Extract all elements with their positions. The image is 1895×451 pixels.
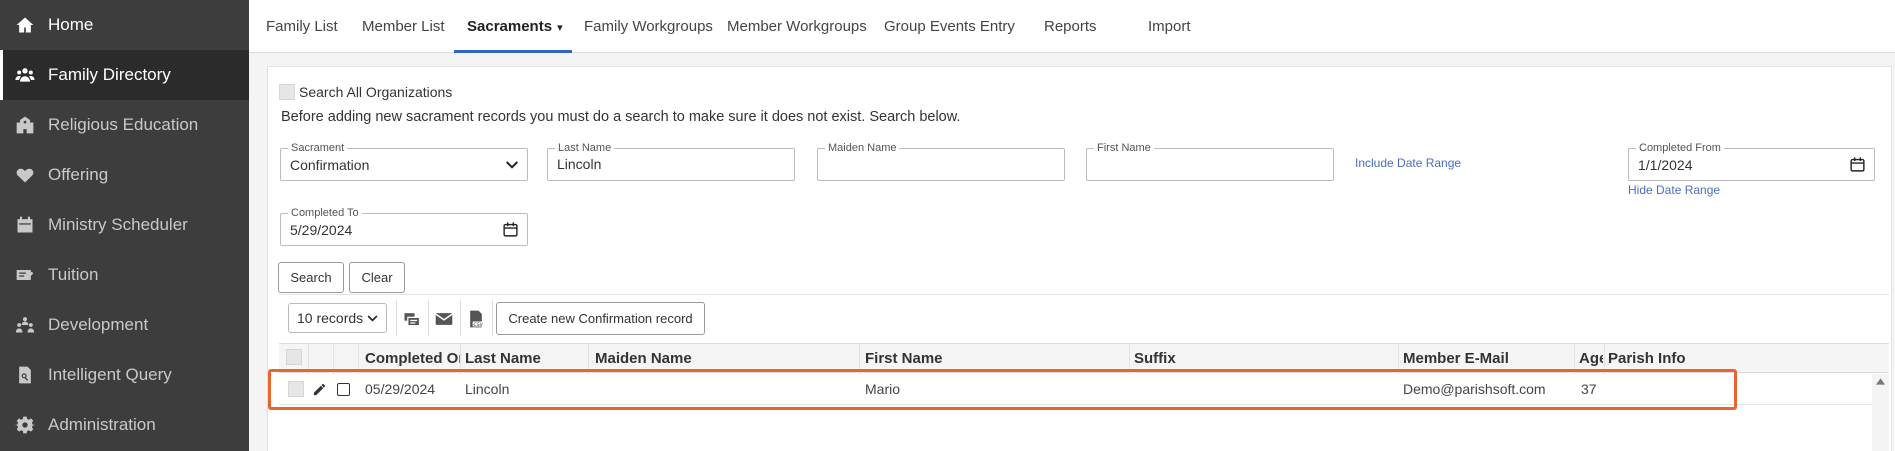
column-header-last-name[interactable]: Last Name [465, 350, 587, 367]
last-name-field[interactable]: Last Name [547, 141, 795, 181]
records-per-page-select[interactable]: 10 records [288, 303, 387, 333]
top-nav: Family List Member List Sacraments ▾ Fami… [249, 0, 1895, 53]
sidebar-item-label: Family Directory [48, 65, 171, 84]
completed-from-label: Completed From [1636, 141, 1724, 155]
sidebar-item-label: Intelligent Query [48, 365, 172, 384]
toolbar-divider [428, 300, 429, 336]
sidebar-item-label: Home [48, 15, 94, 34]
search-button[interactable]: Search [278, 262, 344, 293]
tab-sacraments[interactable]: Sacraments ▾ [467, 0, 563, 53]
users-icon [14, 64, 36, 86]
create-confirmation-record-button[interactable]: Create new Confirmation record [496, 302, 705, 335]
completed-to-value: 5/29/2024 [290, 222, 353, 238]
export-csv-icon[interactable]: CSV [466, 309, 486, 329]
maiden-name-label: Maiden Name [825, 141, 900, 155]
sidebar-item-label: Offering [48, 165, 109, 184]
grid-vertical-scrollbar[interactable] [1872, 374, 1889, 451]
sacrament-select[interactable]: Sacrament Confirmation [280, 141, 528, 181]
clear-button[interactable]: Clear [349, 262, 405, 293]
chevron-down-icon [506, 161, 518, 169]
column-header-maiden-name[interactable]: Maiden Name [595, 350, 858, 367]
maiden-name-input[interactable] [827, 156, 1024, 172]
sidebar-item-development[interactable]: Development [0, 300, 249, 350]
sidebar-item-religious-education[interactable]: Religious Education [0, 100, 249, 150]
sidebar-item-label: Administration [48, 415, 156, 434]
last-name-label: Last Name [555, 141, 615, 155]
home-icon [14, 14, 36, 36]
include-date-range-link[interactable]: Include Date Range [1355, 156, 1461, 170]
sacrament-value: Confirmation [290, 157, 370, 173]
chevron-down-icon [367, 315, 378, 322]
records-per-page-value: 10 records [297, 310, 364, 326]
sacrament-label: Sacrament [288, 141, 348, 155]
sidebar-item-intelligent-query[interactable]: Intelligent Query [0, 350, 249, 400]
column-header-member-email[interactable]: Member E-Mail [1403, 350, 1573, 367]
tab-reports[interactable]: Reports [1044, 0, 1097, 53]
first-name-input[interactable] [1096, 156, 1293, 172]
toolbar-divider [492, 300, 493, 336]
sidebar-item-label: Development [48, 315, 149, 334]
column-header-completed-on[interactable]: Completed On [365, 350, 460, 367]
select-all-checkbox[interactable] [286, 349, 302, 365]
hide-date-range-link[interactable]: Hide Date Range [1628, 183, 1720, 197]
tab-import[interactable]: Import [1148, 0, 1191, 53]
active-tab-indicator [454, 50, 572, 53]
tab-group-events-entry[interactable]: Group Events Entry [884, 0, 1015, 53]
tab-family-workgroups[interactable]: Family Workgroups [584, 0, 713, 53]
tab-family-list[interactable]: Family List [266, 0, 338, 53]
svg-text:CSV: CSV [474, 322, 484, 328]
completed-to-label: Completed To [288, 206, 362, 220]
sidebar-item-label: Ministry Scheduler [48, 215, 188, 234]
sidebar-item-home[interactable]: Home [0, 0, 249, 50]
search-doc-icon [14, 364, 36, 386]
calendar-icon[interactable] [1849, 156, 1866, 173]
sidebar-item-tuition[interactable]: Tuition [0, 250, 249, 300]
completed-from-value: 1/1/2024 [1638, 157, 1693, 173]
first-name-label: First Name [1094, 141, 1154, 155]
sidebar-item-family-directory[interactable]: Family Directory [0, 50, 249, 100]
column-header-parish-info[interactable]: Parish Info [1608, 350, 1728, 367]
toolbar-divider [460, 300, 461, 336]
sidebar-item-offering[interactable]: Offering [0, 150, 249, 200]
sidebar-item-administration[interactable]: Administration [0, 400, 249, 450]
maiden-name-field[interactable]: Maiden Name [817, 141, 1065, 181]
school-icon [14, 114, 36, 136]
sidebar-item-label: Tuition [48, 265, 99, 284]
heart-icon [14, 164, 36, 186]
scroll-up-arrow-icon[interactable] [1876, 378, 1885, 385]
caret-down-icon: ▾ [557, 22, 563, 34]
people-arch-icon [14, 314, 36, 336]
toolbar-divider [396, 300, 397, 336]
print-labels-icon[interactable] [402, 309, 422, 329]
gear-icon [14, 414, 36, 436]
calendar-icon[interactable] [502, 221, 519, 238]
search-all-orgs-label: Search All Organizations [299, 84, 453, 100]
sidebar: Home Family Directory Religious Educatio… [0, 0, 249, 451]
sidebar-item-ministry-scheduler[interactable]: Ministry Scheduler [0, 200, 249, 250]
completed-to-field[interactable]: Completed To 5/29/2024 [280, 206, 528, 246]
tab-label: Sacraments [467, 18, 553, 35]
highlighted-record-outline [268, 369, 1737, 410]
tab-member-list[interactable]: Member List [362, 0, 445, 53]
calendar-icon [14, 214, 36, 236]
column-header-first-name[interactable]: First Name [865, 350, 1128, 367]
tab-member-workgroups[interactable]: Member Workgroups [727, 0, 867, 53]
column-header-age[interactable]: Age [1579, 350, 1603, 367]
first-name-field[interactable]: First Name [1086, 141, 1334, 181]
search-all-orgs-checkbox[interactable] [279, 84, 295, 100]
column-header-suffix[interactable]: Suffix [1134, 350, 1397, 367]
completed-from-field[interactable]: Completed From 1/1/2024 [1628, 141, 1875, 181]
email-icon[interactable] [434, 309, 454, 329]
instruction-text: Before adding new sacrament records you … [281, 109, 961, 125]
last-name-input[interactable] [557, 156, 754, 172]
sidebar-item-label: Religious Education [48, 115, 199, 134]
ticket-icon [14, 264, 36, 286]
